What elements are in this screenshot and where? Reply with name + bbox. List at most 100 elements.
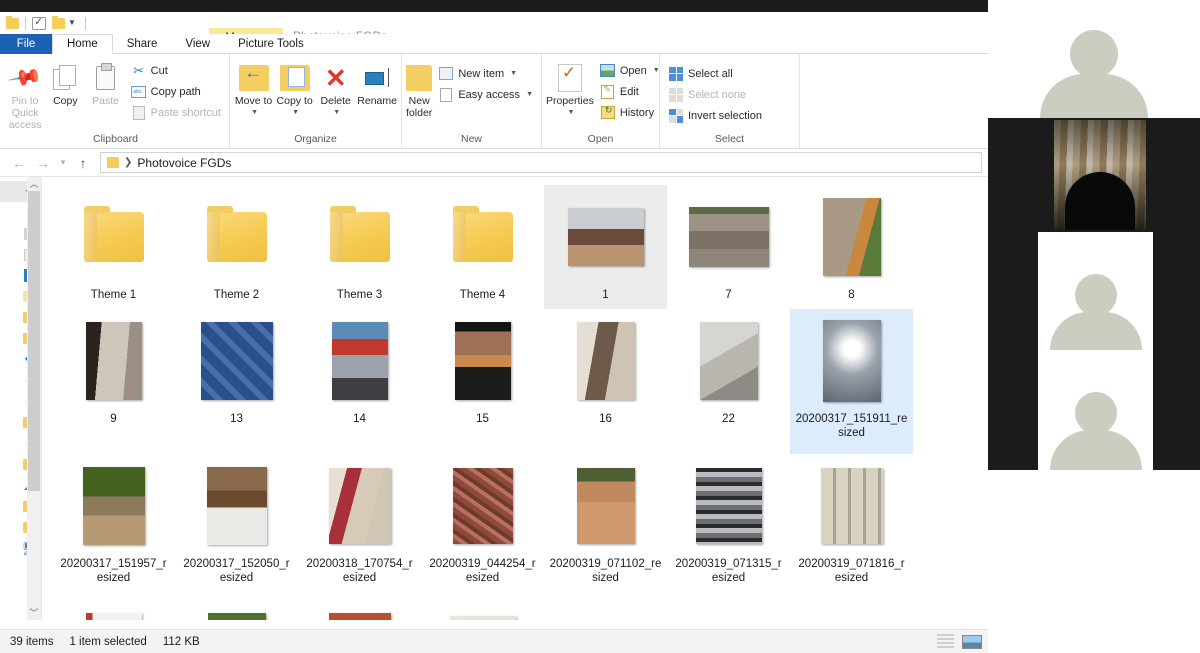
back-arrow-icon[interactable]: ← [8, 152, 30, 174]
ribbon-tab-strip[interactable]: File Home Share View Picture Tools [0, 34, 990, 54]
cut-button[interactable]: ✂ Cut [127, 60, 225, 81]
avatar-head [1074, 274, 1117, 316]
file-item-20200319-044254[interactable]: 20200319_044254_resized [421, 454, 544, 599]
file-item-22[interactable]: 22 [667, 309, 790, 454]
ribbon-group-clipboard: 📌 Pin to Quick access Copy Paste ✂ Cut a… [2, 54, 230, 148]
customize-qat-caret-icon[interactable]: ▼ [65, 12, 79, 34]
new-folder-button[interactable]: New folder [406, 57, 432, 119]
scroll-up-arrow-icon[interactable]: ︿ [29, 177, 38, 191]
participant-avatar-2[interactable] [1038, 232, 1153, 350]
history-button[interactable]: History [596, 102, 664, 123]
details-view-icon[interactable] [937, 634, 954, 649]
file-item-14[interactable]: 14 [298, 309, 421, 454]
pin-to-quick-access-button[interactable]: 📌 Pin to Quick access [6, 57, 44, 131]
file-item-20200319-071102[interactable]: 20200319_071102_resized [544, 454, 667, 599]
properties-button[interactable]: Properties ▼ [546, 57, 594, 119]
file-name: 20200319_071816_resized [798, 558, 905, 584]
participant-video-curtain[interactable] [1054, 120, 1146, 230]
file-item-theme-2[interactable]: Theme 2 [175, 185, 298, 309]
explorer-system-icon[interactable] [6, 15, 19, 29]
tab-share[interactable]: Share [113, 34, 172, 54]
file-explorer-window: ▼ Manage Photovoice FGDs File Home Share… [0, 12, 990, 653]
file-item-20200319-105822[interactable]: 20200319_105822_resized [298, 599, 421, 620]
rename-button[interactable]: Rename [357, 57, 397, 107]
address-input[interactable]: ❯ Photovoice FGDs [100, 152, 982, 173]
copy-to-button[interactable]: Copy to ▼ [275, 57, 314, 119]
copy-path-button[interactable]: Copy path [127, 81, 225, 102]
copy-to-caret-icon[interactable]: ▼ [292, 107, 299, 119]
image-thumbnail [328, 460, 391, 552]
file-item-20200317-151911[interactable]: 20200317_151911_resized [790, 309, 913, 454]
file-list-view[interactable]: Theme 1 Theme 2 Theme 3 Theme 4 1 7 8 9 … [42, 177, 990, 620]
up-arrow-icon[interactable]: ↑ [72, 152, 94, 174]
breadcrumb-photovoice-fgds[interactable]: Photovoice FGDs [137, 156, 231, 170]
copy-button[interactable]: Copy [46, 57, 84, 107]
delete-caret-icon[interactable]: ▼ [333, 107, 340, 119]
view-mode-buttons[interactable] [937, 634, 982, 649]
tab-picture-tools[interactable]: Picture Tools [224, 34, 318, 54]
move-to-button[interactable]: Move to ▼ [234, 57, 273, 119]
file-item-20200318-170754[interactable]: 20200318_170754_resized [298, 454, 421, 599]
file-item-20200319-071816[interactable]: 20200319_071816_resized [790, 454, 913, 599]
new-item-label: New item [458, 67, 505, 80]
select-all-button[interactable]: Select all [664, 63, 766, 84]
tab-home[interactable]: Home [52, 34, 113, 54]
scrollbar-thumb[interactable] [28, 191, 40, 491]
recent-locations-icon[interactable]: ▾ [56, 152, 70, 174]
file-item-20200317-152050[interactable]: 20200317_152050_resized [175, 454, 298, 599]
forward-arrow-icon[interactable]: → [32, 152, 54, 174]
ribbon-group-new: New folder New item ▼ Easy access ▼ New [402, 54, 542, 148]
file-item-theme-1[interactable]: Theme 1 [52, 185, 175, 309]
participant-avatar-1[interactable] [988, 0, 1200, 118]
folder-thumbnail [329, 191, 390, 283]
navigation-pane[interactable]: ★ ⭳ [0, 177, 42, 620]
new-folder-quick-icon[interactable] [52, 15, 65, 29]
edit-button[interactable]: Edit [596, 81, 664, 102]
file-item-9[interactable]: 9 [52, 309, 175, 433]
select-none-button[interactable]: Select none [664, 84, 766, 105]
file-item-20200319-072207[interactable]: 20200319_072207_resized [52, 599, 175, 620]
invert-selection-label: Invert selection [688, 109, 762, 122]
quick-access-toolbar[interactable]: ▼ [6, 12, 92, 34]
easy-access-caret-icon[interactable]: ▼ [526, 91, 533, 98]
file-item-theme-3[interactable]: Theme 3 [298, 185, 421, 309]
qat-divider [25, 16, 26, 30]
participant-avatar-3[interactable] [1038, 350, 1153, 470]
file-item-1[interactable]: 1 [544, 185, 667, 309]
large-icons-view-icon[interactable] [962, 634, 982, 649]
new-item-button[interactable]: New item ▼ [434, 63, 537, 84]
file-item-13[interactable]: 13 [175, 309, 298, 454]
file-item-theme-4[interactable]: Theme 4 [421, 185, 544, 309]
file-item-7[interactable]: 7 [667, 185, 790, 309]
file-name: 14 [353, 413, 366, 425]
new-item-caret-icon[interactable]: ▼ [510, 70, 517, 77]
file-item-20200319-072413[interactable]: 20200319_072413_resized [175, 599, 298, 620]
image-thumbnail [85, 605, 142, 620]
delete-button[interactable]: ✕ Delete ▼ [316, 57, 355, 119]
scroll-down-arrow-icon[interactable]: ﹀ [29, 606, 38, 620]
file-item-20200319-115727[interactable]: 20200319_115727_resized [421, 599, 544, 620]
file-item-partial-2[interactable] [667, 599, 790, 620]
open-caret-icon[interactable]: ▼ [653, 67, 660, 74]
paste-button[interactable]: Paste [86, 57, 124, 107]
file-item-8[interactable]: 8 [790, 185, 913, 309]
tab-view[interactable]: View [171, 34, 224, 54]
file-item-20200317-151957[interactable]: 20200317_151957_resized [52, 454, 175, 599]
file-item-15[interactable]: 15 [421, 309, 544, 454]
file-item-20200319-071315[interactable]: 20200319_071315_resized [667, 454, 790, 599]
tab-file[interactable]: File [0, 34, 52, 54]
file-item-partial-1[interactable] [544, 599, 667, 620]
navigation-pane-scrollbar[interactable]: ︿ ﹀ [27, 177, 41, 620]
move-to-icon [238, 61, 269, 95]
file-item-16[interactable]: 16 [544, 309, 667, 454]
properties-quick-icon[interactable] [32, 15, 46, 30]
move-to-caret-icon[interactable]: ▼ [251, 107, 258, 119]
easy-access-button[interactable]: Easy access ▼ [434, 84, 537, 105]
open-button[interactable]: Open ▼ [596, 60, 664, 81]
properties-caret-icon[interactable]: ▼ [567, 107, 574, 119]
file-item-partial-3[interactable] [790, 599, 913, 620]
invert-selection-button[interactable]: Invert selection [664, 105, 766, 126]
video-call-overlay[interactable] [988, 0, 1200, 653]
paste-shortcut-button[interactable]: Paste shortcut [127, 102, 225, 123]
thumbnail-hallway-door [576, 322, 635, 400]
